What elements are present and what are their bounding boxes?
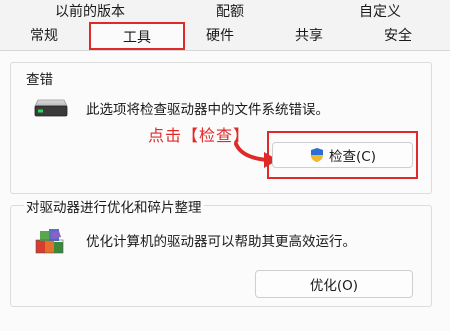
error-checking-description: 此选项将检查驱动器中的文件系统错误。 — [86, 102, 329, 118]
error-checking-title: 查错 — [26, 68, 53, 88]
tab-tools[interactable]: 工具 — [90, 22, 184, 51]
check-button-label: 检查(C) — [329, 149, 376, 165]
tab-row-upper: 以前的版本 配额 自定义 — [0, 0, 450, 24]
optimize-button-label: 优化(O) — [309, 278, 359, 294]
tab-customize[interactable]: 自定义 — [345, 2, 415, 22]
drive-icon — [34, 98, 68, 118]
uac-shield-icon — [309, 147, 325, 163]
tab-row-lower: 常规 工具 硬件 共享 安全 — [0, 22, 450, 51]
optimize-title: 对驱动器进行优化和碎片整理 — [24, 196, 204, 216]
tab-quota[interactable]: 配额 — [200, 2, 260, 22]
optimize-button[interactable]: 优化(O) — [255, 270, 413, 298]
tab-security[interactable]: 安全 — [368, 26, 428, 46]
tab-general[interactable]: 常规 — [15, 26, 73, 46]
optimize-description: 优化计算机的驱动器可以帮助其更高效运行。 — [86, 234, 356, 250]
check-button[interactable]: 检查(C) — [272, 142, 413, 168]
tab-hardware[interactable]: 硬件 — [190, 26, 250, 46]
defrag-icon — [34, 226, 66, 256]
tab-sharing[interactable]: 共享 — [280, 26, 338, 46]
tab-previous-versions[interactable]: 以前的版本 — [40, 2, 140, 22]
